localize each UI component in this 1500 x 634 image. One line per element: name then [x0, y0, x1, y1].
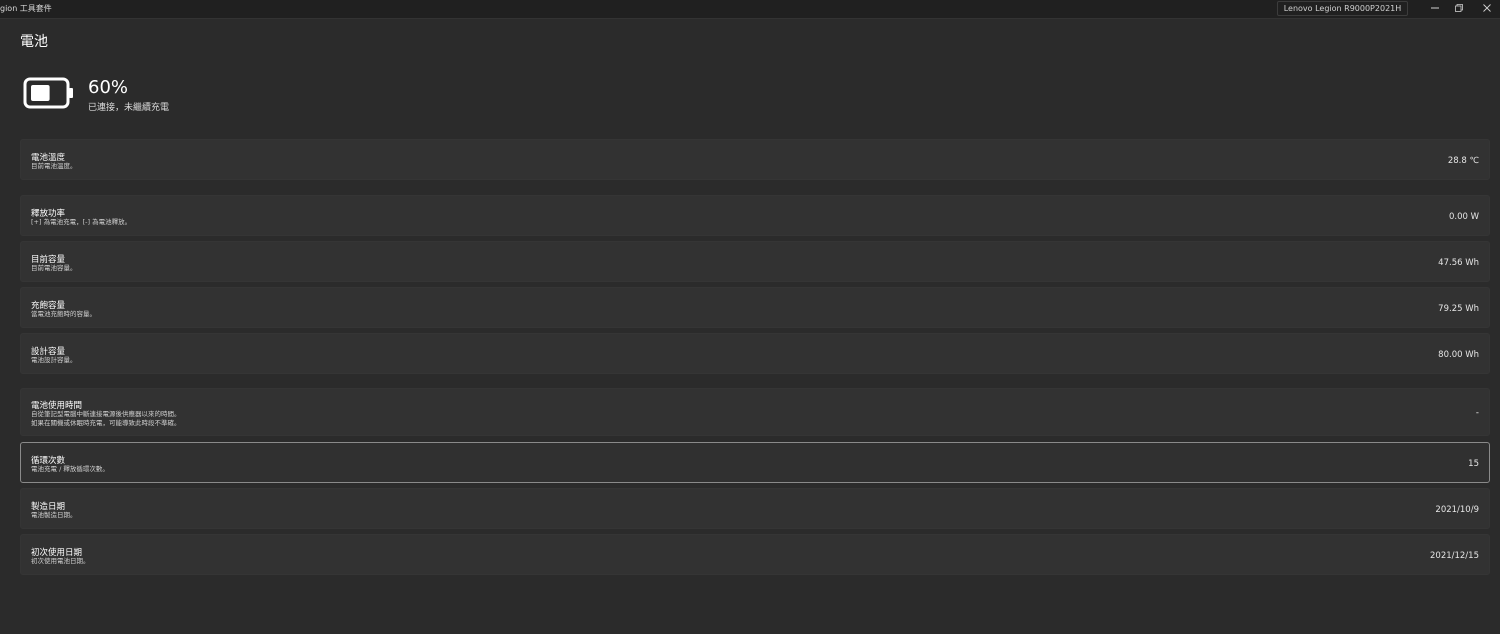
card-value: 2021/12/15 — [1430, 551, 1479, 561]
card-battery-temperature: 電池溫度 目前電池溫度。 28.8 ℃ — [20, 139, 1490, 180]
battery-percent: 60% — [88, 77, 129, 98]
card-description: 電池設計容量。 — [31, 356, 77, 364]
card-description: 電池充電 / 釋放循環次數。 — [31, 465, 109, 473]
card-value: 15 — [1468, 459, 1479, 469]
card-cycle-count[interactable]: 循環次數 電池充電 / 釋放循環次數。 15 — [20, 442, 1490, 483]
card-description: [+] 為電池充電，[-] 為電池釋放。 — [31, 218, 132, 226]
card-value: 80.00 Wh — [1438, 350, 1479, 360]
battery-icon — [23, 77, 73, 109]
battery-level-fill — [31, 85, 50, 101]
close-button[interactable] — [1473, 0, 1500, 16]
card-design-capacity: 設計容量 電池設計容量。 80.00 Wh — [20, 333, 1490, 374]
card-description: 初次使用電池日期。 — [31, 557, 90, 565]
restore-button[interactable] — [1445, 0, 1473, 16]
minimize-icon — [1431, 7, 1439, 9]
app-title: gion 工具套件 — [0, 4, 52, 13]
card-manufacture-date: 製造日期 電池製造日期。 2021/10/9 — [20, 488, 1490, 529]
card-description: 當電池充飽時的容量。 — [31, 310, 96, 318]
card-description: 電池製造日期。 — [31, 511, 77, 519]
page-title: 電池 — [20, 34, 48, 50]
battery-status: 已連接，未繼續充電 — [88, 103, 170, 113]
card-value: 0.00 W — [1448, 212, 1479, 222]
close-icon — [1483, 4, 1491, 12]
main-content: 電池 60% 已連接，未繼續充電 電池溫度 目前電池溫度。 28.8 ℃ 釋放功… — [0, 18, 1500, 634]
restore-icon — [1455, 4, 1463, 12]
card-value: 2021/10/9 — [1435, 505, 1479, 515]
card-description: 自從筆記型電腦中斷連接電源後供應器以來的時間。 — [31, 410, 181, 418]
card-description: 如果在關機或休眠時充電，可能導致此時段不準確。 — [31, 419, 181, 427]
card-value: - — [1475, 408, 1479, 418]
card-discharge-power: 釋放功率 [+] 為電池充電，[-] 為電池釋放。 0.00 W — [20, 195, 1490, 236]
card-description: 目前電池容量。 — [31, 264, 77, 272]
card-current-capacity: 目前容量 目前電池容量。 47.56 Wh — [20, 241, 1490, 282]
card-value: 28.8 ℃ — [1447, 156, 1479, 166]
card-value: 79.25 Wh — [1438, 304, 1479, 314]
card-description: 目前電池溫度。 — [31, 162, 77, 170]
card-value: 47.56 Wh — [1438, 258, 1479, 268]
card-first-use-date: 初次使用日期 初次使用電池日期。 2021/12/15 — [20, 534, 1490, 575]
card-full-charge-capacity: 充飽容量 當電池充飽時的容量。 79.25 Wh — [20, 287, 1490, 328]
card-battery-usage-time: 電池使用時間 自從筆記型電腦中斷連接電源後供應器以來的時間。 如果在關機或休眠時… — [20, 388, 1490, 436]
title-bar: gion 工具套件 Lenovo Legion R9000P2021H — [0, 0, 1500, 18]
device-name-badge: Lenovo Legion R9000P2021H — [1277, 1, 1408, 16]
